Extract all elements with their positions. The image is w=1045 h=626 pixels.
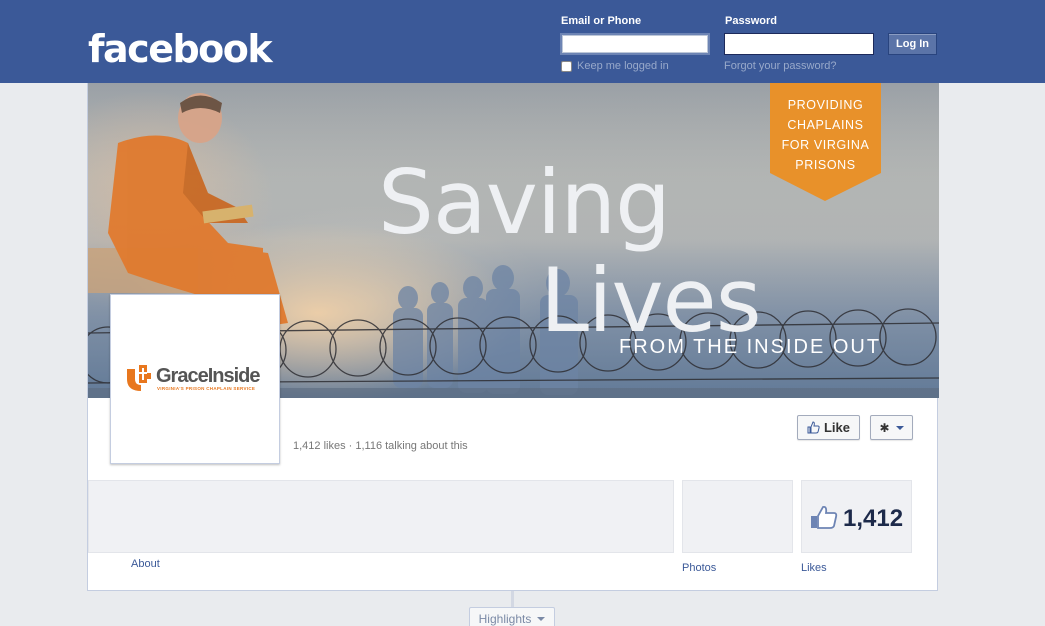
password-label: Password bbox=[725, 15, 777, 27]
photos-box[interactable] bbox=[682, 480, 793, 553]
keep-logged-in-label: Keep me logged in bbox=[577, 60, 669, 72]
login-button[interactable]: Log In bbox=[888, 33, 937, 55]
settings-dropdown-button[interactable]: ✱ bbox=[870, 415, 913, 440]
keep-logged-in[interactable]: Keep me logged in bbox=[561, 60, 669, 72]
top-bar: facebook Email or Phone Password Log In … bbox=[0, 0, 1045, 83]
email-field[interactable] bbox=[560, 33, 710, 55]
highlights-dropdown[interactable]: Highlights bbox=[469, 607, 555, 626]
badge-line-4: PRISONS bbox=[795, 158, 856, 172]
highlights-label: Highlights bbox=[478, 612, 532, 626]
keep-logged-in-checkbox[interactable] bbox=[561, 60, 572, 72]
photos-link[interactable]: Photos bbox=[682, 562, 716, 574]
thumbs-up-icon bbox=[811, 505, 838, 529]
email-label: Email or Phone bbox=[561, 15, 642, 27]
profile-brand-sub: VIRGINIA'S PRISON CHAPLAIN SERVICE bbox=[157, 386, 256, 391]
badge-line-1: PROVIDING bbox=[787, 98, 864, 112]
badge-line-3: FOR VIRGINA bbox=[781, 138, 870, 152]
like-button-label: Like bbox=[823, 420, 850, 435]
about-box[interactable] bbox=[88, 480, 674, 553]
password-field[interactable] bbox=[724, 33, 874, 55]
chevron-down-icon bbox=[537, 617, 546, 621]
thumbs-up-icon bbox=[807, 421, 820, 434]
cover-badge: PROVIDING CHAPLAINS FOR VIRGINA PRISONS bbox=[770, 95, 881, 175]
likes-link[interactable]: Likes bbox=[801, 562, 827, 574]
cover-headline-1: Saving bbox=[378, 151, 671, 254]
profile-picture[interactable]: GraceInside VIRGINIA'S PRISON CHAPLAIN S… bbox=[110, 294, 280, 464]
like-button[interactable]: Like bbox=[797, 415, 860, 440]
graceinside-logo-icon bbox=[127, 365, 151, 391]
badge-line-2: CHAPLAINS bbox=[787, 118, 864, 132]
timeline-line bbox=[511, 591, 514, 607]
cover-tagline: FROM THE INSIDE OUT bbox=[619, 336, 882, 358]
forgot-password-link[interactable]: Forgot your password? bbox=[724, 60, 837, 72]
facebook-logo[interactable]: facebook bbox=[88, 25, 273, 73]
profile-brand: GraceInside bbox=[156, 365, 261, 387]
gear-icon: ✱ bbox=[879, 420, 890, 435]
likes-count: 1,412 bbox=[843, 505, 904, 532]
page-stats: 1,412 likes · 1,116 talking about this bbox=[293, 440, 468, 452]
chevron-down-icon bbox=[895, 425, 904, 430]
about-link[interactable]: About bbox=[131, 558, 160, 570]
